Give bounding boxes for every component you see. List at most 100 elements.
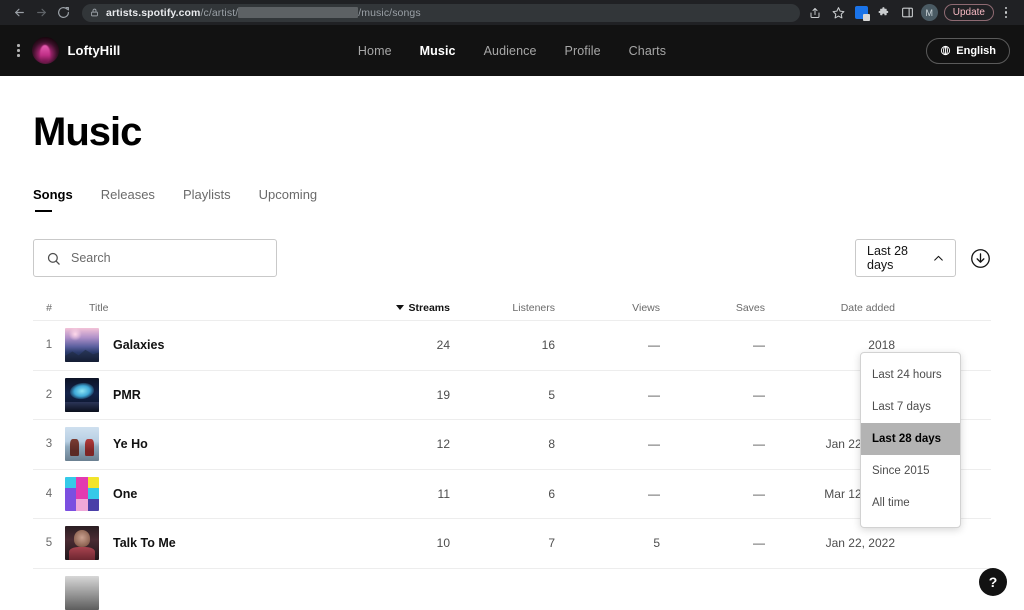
artist-menu-icon[interactable] (14, 40, 23, 61)
search-placeholder: Search (71, 251, 111, 265)
table-row[interactable]: 4 One 11 6 — — Mar 12, 2022 (33, 470, 991, 519)
tab-playlists[interactable]: Playlists (183, 187, 231, 214)
main-nav: Home Music Audience Profile Charts (0, 44, 1024, 58)
cell-saves: — (753, 437, 765, 452)
help-button[interactable]: ? (979, 568, 1007, 596)
subtab-bar: Songs Releases Playlists Upcoming (33, 187, 991, 214)
table-row[interactable]: 2 PMR 19 5 — — 2019 (33, 371, 991, 420)
extension-icon[interactable] (852, 3, 871, 22)
album-art (65, 476, 99, 511)
song-title: Galaxies (113, 338, 165, 353)
dropdown-option-all-time[interactable]: All time (861, 487, 960, 519)
star-icon[interactable] (829, 3, 848, 22)
date-range-dropdown-menu[interactable]: Last 24 hours Last 7 days Last 28 days S… (860, 352, 961, 528)
nav-item-profile[interactable]: Profile (565, 44, 601, 58)
tab-upcoming[interactable]: Upcoming (259, 187, 318, 214)
cell-views: — (648, 387, 660, 402)
reload-icon[interactable] (52, 2, 74, 24)
nav-item-music[interactable]: Music (420, 44, 456, 58)
download-circle-icon[interactable] (969, 247, 991, 269)
side-panel-icon[interactable] (898, 3, 917, 22)
nav-item-charts[interactable]: Charts (629, 44, 666, 58)
browser-toolbar: artists.spotify.com/c/artist/ /music/song… (0, 0, 1024, 25)
url-domain: artists.spotify.com (106, 6, 201, 19)
dropdown-option-last-24-hours[interactable]: Last 24 hours (861, 359, 960, 391)
artist-name: LoftyHill (67, 43, 121, 58)
header-views[interactable]: Views (555, 302, 660, 314)
artist-avatar[interactable] (31, 37, 59, 64)
cell-views: 5 (653, 536, 660, 551)
song-title: Ye Ho (113, 437, 148, 452)
forward-arrow-icon[interactable] (30, 2, 52, 24)
language-button[interactable]: English (926, 37, 1010, 64)
table-header-row: # Title Streams Listeners Views Saves Da… (33, 295, 991, 321)
cell-streams: 12 (436, 437, 450, 452)
header-streams[interactable]: Streams (345, 302, 450, 314)
dropdown-option-last-28-days[interactable]: Last 28 days (861, 423, 960, 455)
dropdown-option-last-7-days[interactable]: Last 7 days (861, 391, 960, 423)
cell-listeners: 5 (548, 387, 555, 402)
cell-listeners: 8 (548, 437, 555, 452)
table-row-partial[interactable] (33, 569, 991, 610)
search-icon (46, 251, 61, 266)
album-art (65, 427, 99, 462)
cell-saves: — (753, 486, 765, 501)
toolbar: Search Last 28 days (33, 239, 991, 277)
cell-listeners: 16 (541, 338, 555, 353)
toolbar-right-group: Last 28 days (855, 239, 991, 277)
cell-views: — (648, 486, 660, 501)
share-icon[interactable] (806, 3, 825, 22)
row-number: 4 (45, 487, 53, 500)
album-art (65, 526, 99, 561)
song-title: One (113, 486, 138, 501)
row-number: 3 (45, 438, 53, 451)
album-art (65, 575, 99, 610)
cell-streams: 19 (436, 387, 450, 402)
page-title: Music (33, 110, 142, 154)
header-date-added[interactable]: Date added (765, 302, 895, 314)
header-title: Title (89, 301, 109, 314)
dropdown-option-since-2015[interactable]: Since 2015 (861, 455, 960, 487)
date-range-dropdown-button[interactable]: Last 28 days (855, 239, 956, 277)
row-number: 5 (45, 537, 53, 550)
search-input[interactable]: Search (33, 239, 277, 277)
language-label: English (956, 44, 996, 57)
cell-streams: 24 (436, 338, 450, 353)
cell-views: — (648, 338, 660, 353)
songs-table: # Title Streams Listeners Views Saves Da… (33, 295, 991, 610)
cell-listeners: 7 (548, 536, 555, 551)
tab-releases[interactable]: Releases (101, 187, 155, 214)
lock-icon (90, 8, 99, 17)
table-row[interactable]: 3 Ye Ho 12 8 — — Jan 22, 2021 (33, 420, 991, 470)
header-saves[interactable]: Saves (660, 302, 765, 314)
table-row[interactable]: 1 Galaxies 24 16 — — 2018 (33, 321, 991, 371)
cell-views: — (648, 437, 660, 452)
header-left-group: LoftyHill (14, 37, 120, 64)
browser-action-icons: M Update (806, 3, 1016, 22)
cell-listeners: 6 (548, 486, 555, 501)
header-num: # (46, 301, 52, 314)
profile-avatar[interactable]: M (920, 4, 938, 21)
cell-streams: 10 (436, 536, 450, 551)
nav-item-home[interactable]: Home (358, 44, 392, 58)
chevron-up-icon (932, 252, 945, 265)
puzzle-icon[interactable] (875, 3, 894, 22)
row-title-cell: Galaxies (65, 328, 345, 363)
nav-item-audience[interactable]: Audience (484, 44, 537, 58)
header-listeners[interactable]: Listeners (450, 302, 555, 314)
cell-streams: 11 (437, 486, 450, 501)
row-title-cell: Ye Ho (65, 427, 345, 462)
update-button[interactable]: Update (943, 4, 994, 21)
back-arrow-icon[interactable] (8, 2, 30, 24)
url-text: artists.spotify.com/c/artist/ /music/song… (106, 7, 421, 19)
row-number: 1 (45, 339, 53, 352)
browser-menu-icon[interactable] (998, 6, 1014, 19)
tab-songs[interactable]: Songs (33, 187, 73, 214)
url-path-before: /c/artist/ (200, 6, 239, 19)
album-art (65, 377, 99, 412)
album-art (65, 328, 99, 363)
cell-date-added: Jan 22, 2022 (825, 536, 895, 551)
globe-icon (940, 45, 951, 56)
address-bar[interactable]: artists.spotify.com/c/artist/ /music/song… (82, 3, 800, 22)
table-row[interactable]: 5 Talk To Me 10 7 5 — Jan 22, 2022 (33, 519, 991, 569)
